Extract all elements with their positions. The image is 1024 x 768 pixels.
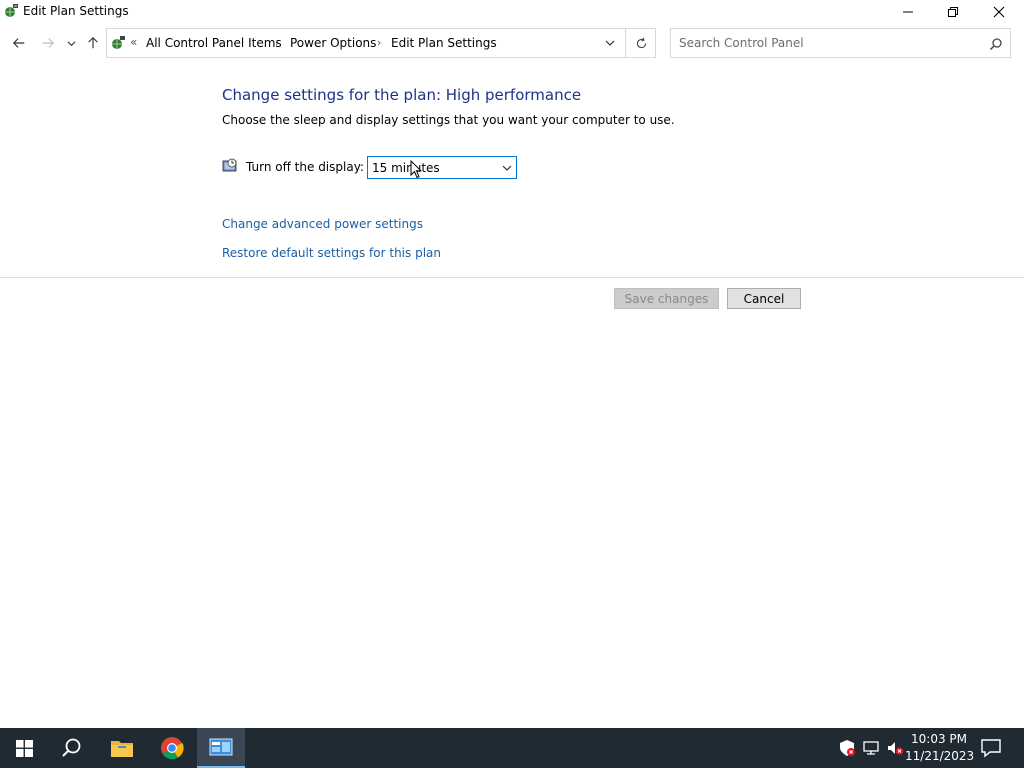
volume-muted-icon[interactable] [886, 739, 904, 757]
page-title: Change settings for the plan: High perfo… [222, 86, 582, 104]
page-description: Choose the sleep and display settings th… [222, 113, 675, 127]
restore-icon [948, 7, 958, 17]
mouse-cursor-icon [410, 160, 422, 179]
arrow-up-icon [88, 36, 98, 49]
search-icon [62, 738, 81, 757]
chevron-down-icon [67, 40, 75, 46]
breadcrumb-separator[interactable]: › [275, 36, 279, 49]
navigation-bar: « All Control Panel Items › Power Option… [0, 28, 1024, 58]
turn-off-display-label: Turn off the display: [246, 160, 364, 174]
breadcrumb-edit-plan-settings[interactable]: Edit Plan Settings [391, 36, 497, 50]
back-button[interactable] [8, 32, 30, 54]
turn-off-display-select[interactable]: 15 minutes [367, 156, 517, 179]
security-warning-icon[interactable] [838, 739, 856, 757]
forward-button[interactable] [37, 32, 59, 54]
power-options-icon [3, 3, 19, 19]
search-box[interactable] [670, 28, 1011, 58]
folder-icon [111, 741, 133, 757]
chevron-down-icon [605, 40, 615, 46]
refresh-icon [636, 37, 646, 48]
breadcrumb-all-control-panel-items[interactable]: All Control Panel Items [146, 36, 282, 50]
monitor-clock-icon [222, 158, 238, 174]
up-button[interactable] [82, 32, 104, 54]
breadcrumb-power-options[interactable]: Power Options [290, 36, 376, 50]
change-advanced-power-settings-link[interactable]: Change advanced power settings [222, 217, 423, 231]
address-bar[interactable]: « All Control Panel Items › Power Option… [106, 28, 656, 58]
content-divider [0, 277, 1024, 278]
windows-logo-icon [15, 739, 33, 757]
clock-date: 11/21/2023 [905, 749, 975, 763]
breadcrumb-separator[interactable]: › [377, 36, 381, 49]
taskbar: 10:03 PM 11/21/2023 [0, 728, 1024, 768]
start-button[interactable] [0, 728, 48, 768]
title-bar: Edit Plan Settings [0, 0, 1024, 24]
taskbar-chrome[interactable] [148, 728, 196, 768]
clock-time: 10:03 PM [911, 732, 967, 746]
action-center-icon[interactable] [980, 738, 1002, 758]
network-icon[interactable] [862, 739, 880, 757]
restore-button[interactable] [930, 0, 976, 24]
minimize-button[interactable] [885, 0, 931, 24]
chevron-down-icon [502, 165, 512, 171]
restore-default-settings-link[interactable]: Restore default settings for this plan [222, 246, 441, 260]
close-button[interactable] [976, 0, 1022, 24]
save-changes-button[interactable]: Save changes [614, 288, 719, 309]
chrome-icon [161, 737, 184, 760]
address-history-dropdown[interactable] [600, 33, 620, 53]
search-icon[interactable] [989, 36, 1003, 51]
control-panel-icon [209, 738, 233, 756]
taskbar-control-panel[interactable] [197, 728, 245, 768]
cancel-button[interactable]: Cancel [727, 288, 801, 309]
breadcrumb-overflow[interactable]: « [130, 35, 137, 49]
turn-off-display-value: 15 minutes [372, 161, 440, 175]
taskbar-clock[interactable]: 10:03 PM 11/21/2023 [905, 731, 975, 765]
recent-locations-button[interactable] [62, 32, 80, 54]
address-divider [625, 29, 626, 57]
close-icon [993, 6, 1005, 18]
window-title: Edit Plan Settings [23, 4, 129, 18]
search-input[interactable] [671, 29, 981, 57]
arrow-left-icon [12, 38, 25, 48]
control-panel-location-icon [110, 35, 126, 51]
taskbar-file-explorer[interactable] [98, 728, 146, 768]
minimize-icon [903, 11, 913, 13]
taskbar-search-button[interactable] [48, 728, 96, 768]
refresh-button[interactable] [629, 33, 653, 53]
arrow-right-icon [42, 38, 55, 48]
